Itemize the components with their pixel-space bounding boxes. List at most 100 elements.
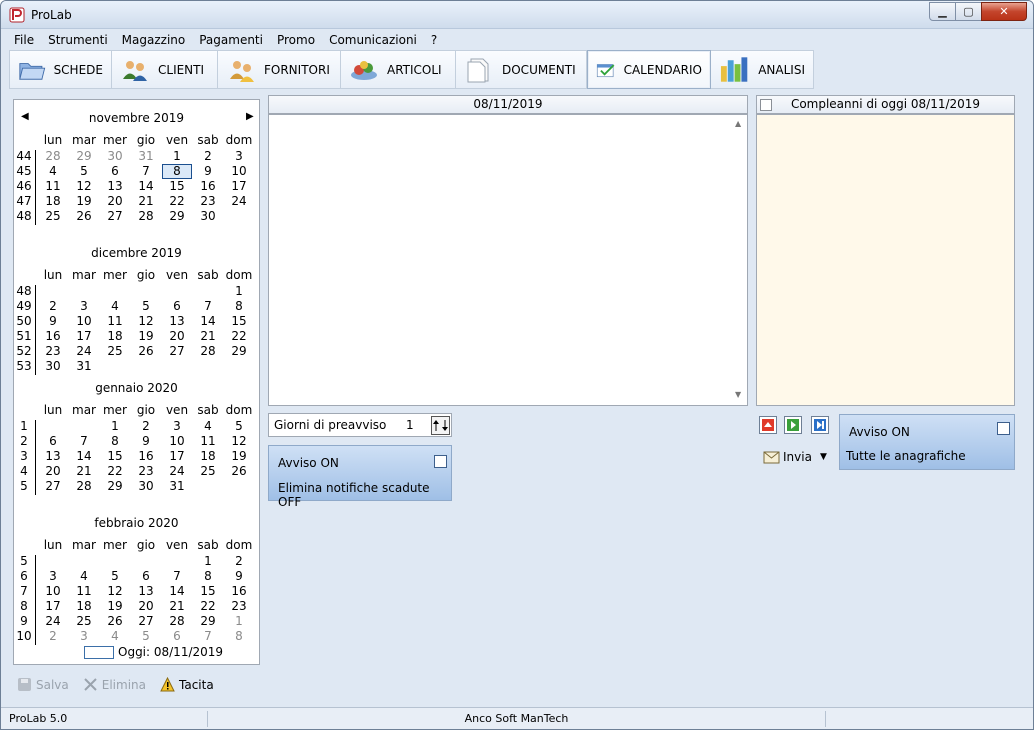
- calendar-day[interactable]: 4: [38, 164, 68, 179]
- calendar-day[interactable]: 1: [100, 419, 130, 434]
- calendar-day[interactable]: 31: [131, 149, 161, 164]
- play-button[interactable]: [784, 416, 802, 434]
- calendar-day[interactable]: 18: [193, 449, 223, 464]
- minimize-button[interactable]: ▁: [929, 2, 956, 21]
- calendar-day[interactable]: 24: [69, 344, 99, 359]
- calendar-day[interactable]: 15: [100, 449, 130, 464]
- calendar-day[interactable]: 18: [100, 329, 130, 344]
- calendar-day[interactable]: 21: [162, 599, 192, 614]
- tab-analisi[interactable]: ANALISI: [711, 50, 814, 89]
- calendar-day[interactable]: 7: [131, 164, 161, 179]
- scroll-up-icon[interactable]: ▲: [735, 119, 741, 128]
- calendar-day[interactable]: 30: [193, 209, 223, 224]
- calendar-day[interactable]: 11: [38, 179, 68, 194]
- tab-documenti[interactable]: DOCUMENTI: [456, 50, 587, 89]
- reminder-settings-card[interactable]: Avviso ON Elimina notifiche scadute OFF: [268, 445, 452, 509]
- notice-days-value[interactable]: 1: [406, 418, 414, 432]
- calendar-day[interactable]: 5: [131, 299, 161, 314]
- calendar-day[interactable]: 12: [100, 584, 130, 599]
- settings-edit-icon[interactable]: [997, 422, 1010, 435]
- calendar-day[interactable]: 1: [193, 554, 223, 569]
- calendar-day[interactable]: 11: [69, 584, 99, 599]
- calendar-day[interactable]: 3: [38, 569, 68, 584]
- calendar-day[interactable]: 11: [100, 314, 130, 329]
- calendar-day-selected[interactable]: 8: [162, 164, 192, 179]
- calendar-day[interactable]: 9: [224, 569, 254, 584]
- calendar-day[interactable]: 23: [131, 464, 161, 479]
- calendar-day[interactable]: 28: [193, 344, 223, 359]
- calendar-day[interactable]: 5: [131, 629, 161, 644]
- calendar-day[interactable]: 18: [69, 599, 99, 614]
- calendar-day[interactable]: 23: [38, 344, 68, 359]
- menu-pagamenti[interactable]: Pagamenti: [192, 31, 270, 49]
- calendar-day[interactable]: 15: [193, 584, 223, 599]
- calendar-day[interactable]: 12: [69, 179, 99, 194]
- birthdays-checkbox[interactable]: [760, 99, 772, 111]
- calendar-day[interactable]: 6: [162, 299, 192, 314]
- calendar-day[interactable]: 21: [131, 194, 161, 209]
- menu-strumenti[interactable]: Strumenti: [41, 31, 115, 49]
- calendar-day[interactable]: 31: [69, 359, 99, 374]
- calendar-day[interactable]: 6: [162, 629, 192, 644]
- title-bar[interactable]: ProLab ▁ ▢ ✕: [1, 1, 1033, 29]
- calendar-day[interactable]: 2: [224, 554, 254, 569]
- calendar-day[interactable]: 14: [69, 449, 99, 464]
- calendar-day[interactable]: 26: [224, 464, 254, 479]
- calendar-day[interactable]: 26: [69, 209, 99, 224]
- calendar-day[interactable]: 17: [224, 179, 254, 194]
- calendar-day[interactable]: 25: [38, 209, 68, 224]
- calendar-day[interactable]: 29: [224, 344, 254, 359]
- calendar-day[interactable]: 14: [193, 314, 223, 329]
- calendar-day[interactable]: 22: [193, 599, 223, 614]
- calendar-day[interactable]: 1: [162, 149, 192, 164]
- calendar-day[interactable]: 6: [38, 434, 68, 449]
- calendar-day[interactable]: 22: [162, 194, 192, 209]
- maximize-button[interactable]: ▢: [955, 2, 982, 21]
- calendar-day[interactable]: 27: [100, 209, 130, 224]
- spin-button[interactable]: [431, 416, 450, 435]
- birthdays-list[interactable]: [756, 114, 1015, 406]
- calendar-day[interactable]: 14: [162, 584, 192, 599]
- calendar-day[interactable]: 4: [100, 299, 130, 314]
- calendar-day[interactable]: 4: [193, 419, 223, 434]
- calendar-day[interactable]: 28: [38, 149, 68, 164]
- calendar-day[interactable]: 13: [100, 179, 130, 194]
- calendar-day[interactable]: 21: [69, 464, 99, 479]
- calendar-day[interactable]: 17: [69, 329, 99, 344]
- calendar-day[interactable]: 7: [193, 299, 223, 314]
- next-button[interactable]: [811, 416, 829, 434]
- calendar-day[interactable]: 13: [162, 314, 192, 329]
- menu-magazzino[interactable]: Magazzino: [115, 31, 193, 49]
- calendar-day[interactable]: 17: [38, 599, 68, 614]
- calendar-day[interactable]: 12: [224, 434, 254, 449]
- calendar-day[interactable]: 10: [69, 314, 99, 329]
- tab-schede[interactable]: SCHEDE: [9, 50, 112, 89]
- delete-button[interactable]: Elimina: [83, 677, 146, 692]
- calendar-day[interactable]: 29: [100, 479, 130, 494]
- tab-clienti[interactable]: CLIENTI: [112, 50, 218, 89]
- menu-promo[interactable]: Promo: [270, 31, 322, 49]
- menu-comunicazioni[interactable]: Comunicazioni: [322, 31, 424, 49]
- calendar-day[interactable]: 20: [131, 599, 161, 614]
- calendar-day[interactable]: 2: [38, 299, 68, 314]
- calendar-day[interactable]: 6: [131, 569, 161, 584]
- calendar-day[interactable]: 9: [131, 434, 161, 449]
- calendar-day[interactable]: 27: [131, 614, 161, 629]
- calendar-day[interactable]: 30: [100, 149, 130, 164]
- calendar-day[interactable]: 1: [224, 614, 254, 629]
- calendar-day[interactable]: 16: [38, 329, 68, 344]
- tab-articoli[interactable]: ARTICOLI: [341, 50, 456, 89]
- calendar-day[interactable]: 15: [224, 314, 254, 329]
- calendar-day[interactable]: 17: [162, 449, 192, 464]
- calendar-day[interactable]: 28: [162, 614, 192, 629]
- calendar-day[interactable]: 27: [38, 479, 68, 494]
- calendar-day[interactable]: 25: [193, 464, 223, 479]
- calendar-day[interactable]: 30: [131, 479, 161, 494]
- calendar-day[interactable]: 10: [162, 434, 192, 449]
- calendar-day[interactable]: 24: [38, 614, 68, 629]
- events-list[interactable]: ▲ ▼: [268, 114, 748, 406]
- calendar-day[interactable]: 12: [131, 314, 161, 329]
- calendar-day[interactable]: 19: [100, 599, 130, 614]
- calendar-day[interactable]: 19: [131, 329, 161, 344]
- calendar-day[interactable]: 8: [224, 299, 254, 314]
